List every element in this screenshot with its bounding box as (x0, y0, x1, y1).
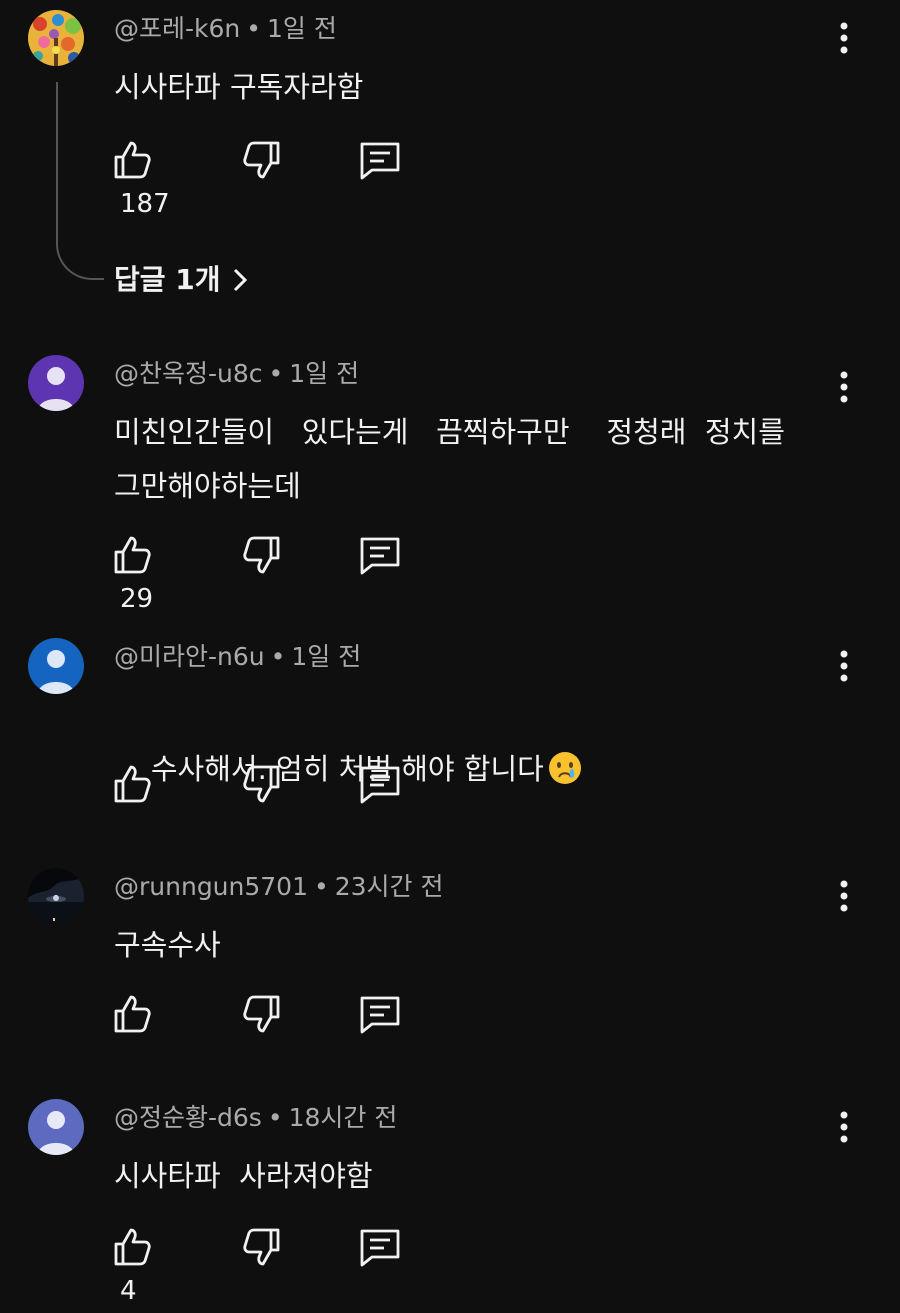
comment-text: 구속수사 (114, 928, 221, 962)
comment-text: 미친인간들이 있다는게 끔찍하구만 정청래 정치를 그만해야하는데 (114, 415, 785, 503)
thumb-up-icon (114, 995, 151, 1033)
thumb-down-icon (243, 1228, 280, 1266)
like-button[interactable]: 187 (112, 138, 170, 219)
chevron-right-icon (233, 268, 247, 292)
separator-dot: • (268, 359, 284, 388)
comment-meta: @정순황-d6s • 18시간 전 (114, 1103, 397, 1133)
avatar[interactable] (28, 868, 84, 924)
comment-author[interactable]: @runngun5701 (114, 872, 308, 901)
more-vert-icon (840, 650, 848, 682)
comment-time: 23시간 전 (334, 872, 444, 901)
dislike-button[interactable] (242, 762, 282, 806)
avatar[interactable] (28, 638, 84, 694)
separator-dot: • (267, 1103, 283, 1132)
thumb-down-icon (243, 765, 280, 803)
comment-author[interactable]: @포레-k6n (114, 14, 240, 43)
more-vert-icon (840, 371, 848, 403)
like-count: 4 (120, 1276, 137, 1306)
reply-button[interactable] (358, 533, 402, 577)
more-vert-icon (840, 880, 848, 912)
thumb-up-icon (114, 141, 151, 179)
thumb-down-icon (243, 995, 280, 1033)
like-button[interactable] (112, 992, 152, 1036)
thumb-up-icon (114, 765, 151, 803)
dislike-button[interactable] (242, 1225, 282, 1269)
comment-text-container: 수사해서. 엄히 처벌 해야 합니다 (114, 688, 814, 850)
dislike-button[interactable] (242, 992, 282, 1036)
separator-dot: • (270, 642, 286, 671)
thumb-down-icon (243, 536, 280, 574)
crying-face-emoji (548, 752, 581, 784)
comment-reply-icon (360, 996, 400, 1034)
more-vert-icon (840, 22, 848, 54)
more-vert-icon (840, 1111, 848, 1143)
reply-button[interactable] (358, 992, 402, 1036)
more-options-button[interactable] (828, 874, 860, 918)
thumb-up-icon (114, 536, 151, 574)
like-button[interactable]: 29 (112, 533, 153, 614)
like-button[interactable]: 4 (112, 1225, 152, 1306)
thumb-down-icon (243, 141, 280, 179)
thread-connector-line (56, 82, 104, 280)
reply-button[interactable] (358, 1225, 402, 1269)
more-options-button[interactable] (828, 644, 860, 688)
comment-meta: @runngun5701 • 23시간 전 (114, 872, 444, 902)
avatar[interactable] (28, 355, 84, 411)
separator-dot: • (246, 14, 261, 43)
comment-time: 18시간 전 (288, 1103, 398, 1132)
view-replies-button[interactable]: 답글 1개 (114, 262, 249, 298)
reply-button[interactable] (358, 138, 402, 182)
comment-meta: @포레-k6n • 1일 전 (114, 14, 337, 44)
comment-text: 수사해서. 엄히 처벌 해야 합니다 (150, 752, 544, 786)
reply-button[interactable] (358, 762, 402, 806)
dislike-button[interactable] (242, 138, 282, 182)
comment-author[interactable]: @미라안-n6u (114, 642, 265, 671)
comment-time: 1일 전 (291, 642, 362, 671)
more-options-button[interactable] (828, 16, 860, 60)
comment-author[interactable]: @찬옥정-u8c (114, 359, 263, 388)
comment-reply-icon (360, 537, 400, 575)
comment-reply-icon (360, 142, 400, 180)
like-count: 187 (120, 189, 170, 219)
avatar[interactable] (28, 1099, 84, 1155)
comment-time: 1일 전 (289, 359, 360, 388)
more-options-button[interactable] (828, 1105, 860, 1149)
like-count: 29 (120, 584, 154, 614)
comment-time: 1일 전 (267, 14, 337, 43)
thumb-up-icon (114, 1228, 151, 1266)
comment-meta: @미라안-n6u • 1일 전 (114, 642, 361, 672)
comment-text: 시사타파 사라져야함 (114, 1159, 373, 1193)
comment-reply-icon (360, 1229, 400, 1267)
dislike-button[interactable] (242, 533, 282, 577)
avatar[interactable] (28, 10, 84, 66)
separator-dot: • (314, 872, 329, 901)
comment-author[interactable]: @정순황-d6s (114, 1103, 262, 1132)
comment-reply-icon (360, 766, 400, 804)
more-options-button[interactable] (828, 365, 860, 409)
replies-label: 답글 1개 (114, 263, 221, 296)
comment-meta: @찬옥정-u8c • 1일 전 (114, 359, 359, 389)
like-button[interactable] (112, 762, 152, 806)
comment-text: 시사타파 구독자라함 (114, 70, 364, 104)
